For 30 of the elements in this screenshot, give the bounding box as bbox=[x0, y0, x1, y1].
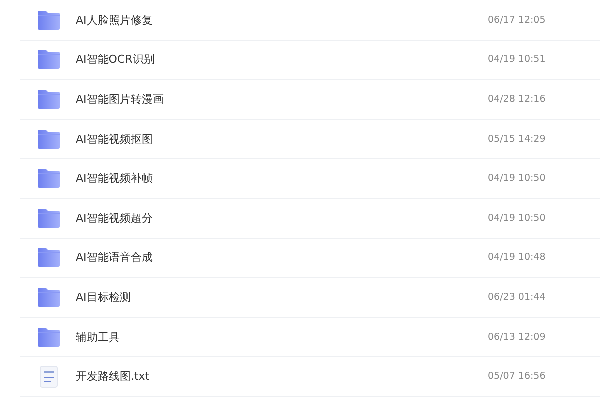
folder-icon bbox=[38, 248, 60, 268]
folder-icon bbox=[38, 50, 60, 70]
modified-time: 04/19 10:50 bbox=[488, 173, 547, 184]
modified-time: 06/13 12:09 bbox=[488, 332, 547, 343]
file-name: 开发路线图.txt bbox=[76, 369, 151, 384]
file-name: AI人脸照片修复 bbox=[76, 12, 154, 28]
folder-icon bbox=[38, 208, 60, 228]
file-name: AI智能OCR识别 bbox=[76, 52, 156, 68]
document-icon bbox=[40, 366, 58, 388]
file-name: AI智能视频超分 bbox=[76, 210, 154, 226]
modified-time: 04/19 10:48 bbox=[488, 252, 547, 264]
modified-time: 06/23 01:44 bbox=[488, 292, 547, 303]
file-name: AI智能视频抠图 bbox=[76, 132, 154, 147]
file-name: 辅助工具 bbox=[76, 330, 121, 345]
modified-time: 05/15 14:29 bbox=[488, 134, 547, 145]
folder-icon bbox=[38, 10, 60, 30]
modified-time: 04/19 10:50 bbox=[488, 212, 547, 224]
folder-icon bbox=[38, 169, 60, 188]
modified-time: 04/28 12:16 bbox=[488, 94, 547, 105]
folder-icon bbox=[38, 328, 60, 347]
file-name: AI目标检测 bbox=[76, 290, 132, 305]
folder-icon bbox=[38, 130, 60, 149]
file-name: AI智能视频补帧 bbox=[76, 171, 154, 186]
modified-time: 06/17 12:05 bbox=[488, 14, 547, 26]
modified-time: 05/07 16:56 bbox=[488, 371, 547, 382]
file-name: AI智能语音合成 bbox=[76, 250, 154, 266]
folder-icon bbox=[38, 288, 60, 307]
folder-icon bbox=[38, 90, 60, 109]
modified-time: 04/19 10:51 bbox=[488, 54, 547, 66]
file-name: AI智能图片转漫画 bbox=[76, 92, 165, 107]
